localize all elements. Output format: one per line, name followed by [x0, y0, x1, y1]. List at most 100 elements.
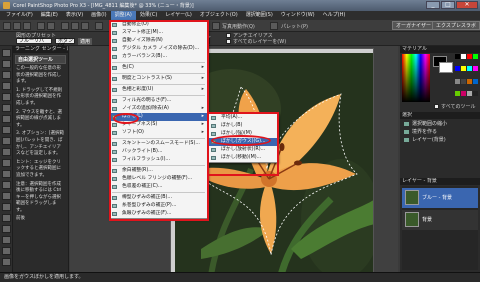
menu-item[interactable]: 編集(E) [37, 11, 62, 20]
color-swatch[interactable] [455, 90, 460, 96]
menu-item[interactable]: 表示(V) [62, 11, 87, 20]
all-tools-checkbox[interactable] [434, 104, 439, 109]
menu-option[interactable]: 余白補整(R)... [110, 167, 207, 175]
dodge-tool-icon[interactable] [1, 203, 11, 211]
minimize-button[interactable]: _ [426, 1, 440, 9]
background-swatch[interactable] [439, 62, 453, 73]
swatch-grid[interactable] [455, 54, 478, 102]
maximize-button[interactable]: □ [441, 1, 455, 9]
red-eye-tool-icon[interactable] [1, 170, 11, 178]
color-swatch[interactable] [455, 78, 460, 84]
magic-wand-tool-icon[interactable] [1, 115, 11, 123]
menu-option[interactable]: シャープネス(S) ▸ [110, 121, 207, 129]
color-swatch[interactable] [473, 54, 478, 59]
undo-icon[interactable] [37, 22, 45, 30]
menu-option[interactable]: 明度とコントラスト(S) ▸ [110, 75, 207, 83]
menu-option[interactable]: デジタル カメラ ノイズの除去(D)... [110, 45, 207, 53]
crop-tool-icon[interactable] [1, 137, 11, 145]
fill-tool-icon[interactable] [1, 225, 11, 233]
menu-option[interactable]: フィル光の明るさ(F)... [110, 97, 207, 105]
menu-option[interactable]: 色収差の補正(C)... [110, 183, 207, 191]
freehand-selection-tool-icon[interactable] [1, 104, 11, 112]
crop-icon[interactable] [61, 22, 69, 30]
menu-option[interactable]: スキントーンのスムースモード(S)... [110, 140, 207, 148]
menu-option[interactable]: スマート修正(M)... [110, 29, 207, 37]
antialias-checkbox[interactable] [226, 33, 231, 38]
photo-actions-icon[interactable] [212, 22, 220, 30]
eye-icon[interactable] [404, 138, 409, 142]
pick-tool-icon[interactable] [1, 71, 11, 79]
menu-option[interactable]: 自動修正(O) [110, 21, 207, 29]
color-swatch[interactable] [473, 90, 478, 96]
menu-option[interactable]: ぼかし(放射状)(R)... [209, 146, 277, 154]
brush-tool-icon[interactable] [1, 181, 11, 189]
text-tool-icon[interactable] [1, 236, 11, 244]
shape-tool-icon[interactable] [1, 247, 11, 255]
dropper-tool-icon[interactable] [1, 126, 11, 134]
menu-option[interactable]: カラーバランス(B)... [110, 53, 207, 61]
color-swatch[interactable] [467, 78, 472, 84]
open-icon[interactable] [13, 22, 21, 30]
menu-item[interactable]: 調整(A) [110, 11, 136, 20]
color-swatch[interactable] [455, 66, 460, 72]
menu-option[interactable]: ノイズの追加/除去(A) ▸ [110, 105, 207, 113]
straighten-icon[interactable] [71, 22, 79, 30]
color-swatch[interactable] [461, 54, 466, 59]
all-layers-checkbox[interactable] [226, 39, 231, 44]
menu-option[interactable]: 樽型ひずみの補正(B)... [110, 194, 207, 202]
color-swatch[interactable] [455, 54, 460, 59]
menu-option[interactable]: ぼかし(L) ▸ [110, 113, 207, 121]
eye-icon[interactable] [404, 130, 409, 134]
palette-pulldown[interactable]: パレット(P) [281, 23, 308, 30]
clone-tool-icon[interactable] [1, 192, 11, 200]
selection-list-item[interactable]: 選択範囲の縮小 [402, 120, 478, 128]
menu-item[interactable]: レイヤー(L) [161, 11, 196, 20]
redo-icon[interactable] [47, 22, 55, 30]
color-swatch[interactable] [461, 78, 466, 84]
color-swatch[interactable] [473, 78, 478, 84]
layer-row[interactable]: 背景 [402, 210, 478, 230]
express-lab-button[interactable]: エクスプレスラボ [432, 21, 480, 30]
menu-option[interactable]: 糸巻型ひずみの補正(P)... [110, 202, 207, 210]
color-swatch[interactable] [467, 54, 472, 59]
menu-option[interactable]: バックライト(B)... [110, 148, 207, 156]
menu-option[interactable]: 自動ノイズ除去(N) [110, 37, 207, 45]
photo-actions-pulldown[interactable]: 写真用動作(Q) [222, 23, 255, 30]
pen-tool-icon[interactable] [1, 258, 11, 266]
selection-tool-icon[interactable] [1, 93, 11, 101]
selection-list-item[interactable]: 境界を作る [402, 128, 478, 136]
layer-row[interactable]: ブルー - 背景 [402, 188, 478, 208]
palette-icon[interactable] [270, 22, 278, 30]
menu-option[interactable]: ソフト(O) ▸ [110, 129, 207, 137]
menu-item[interactable]: オブジェクト(O) [196, 11, 242, 20]
zoom-icon[interactable] [81, 22, 89, 30]
color-swatch[interactable] [467, 90, 472, 96]
menu-option[interactable]: 色相と彩度(U) ▸ [110, 86, 207, 94]
organizer-button[interactable]: オーガナイザー [392, 21, 436, 30]
color-swatch[interactable] [461, 66, 466, 72]
rotate-icon[interactable] [95, 22, 103, 30]
menu-option[interactable]: ぼかし(移動)(M)... [209, 154, 277, 162]
straighten-tool-icon[interactable] [1, 148, 11, 156]
move-tool-icon[interactable] [1, 82, 11, 90]
menu-item[interactable]: 選択範囲(S) [242, 11, 277, 20]
menu-item[interactable]: ウィンドウ(W) [277, 11, 319, 20]
new-icon[interactable] [3, 22, 11, 30]
perspective-tool-icon[interactable] [1, 159, 11, 167]
menu-option[interactable]: ぼかし(強)(M) [209, 130, 277, 138]
eraser-tool-icon[interactable] [1, 214, 11, 222]
selection-list-item[interactable]: レイヤー(背景) [402, 136, 478, 144]
zoom-tool-icon[interactable] [1, 60, 11, 68]
menu-option[interactable]: ぼかし(ガウス)(G)... [209, 138, 277, 146]
menu-item[interactable]: 画像(I) [87, 11, 110, 20]
apply-button[interactable]: 適用 [78, 38, 93, 45]
pan-tool-icon[interactable] [1, 49, 11, 57]
menu-option[interactable]: 平均(A)... [209, 114, 277, 122]
color-swatch[interactable] [467, 66, 472, 72]
eye-icon[interactable] [404, 122, 409, 126]
menu-item[interactable]: ファイル(F) [2, 11, 37, 20]
menu-option[interactable]: 色(C) ▸ [110, 64, 207, 72]
menu-item[interactable]: 効果(C) [136, 11, 161, 20]
preset-select[interactable]: フルーリバ [16, 38, 52, 44]
menu-item[interactable]: ヘルプ(H) [319, 11, 350, 20]
